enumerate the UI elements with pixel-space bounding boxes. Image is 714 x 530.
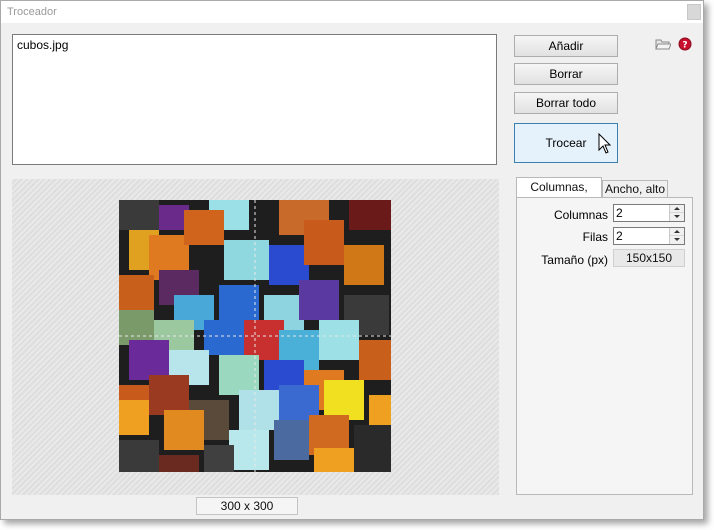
- columns-label: Columnas: [553, 208, 608, 222]
- folder-icon[interactable]: [655, 37, 671, 51]
- columns-stepper-arrows[interactable]: [669, 205, 684, 221]
- file-list-item[interactable]: cubos.jpg: [17, 38, 68, 52]
- window-title: Troceador: [7, 6, 57, 18]
- columns-down-arrow[interactable]: [670, 213, 684, 221]
- rows-up-arrow[interactable]: [670, 228, 684, 236]
- tile-size-label: Tamaño (px): [541, 253, 608, 267]
- rows-input[interactable]: [616, 228, 668, 244]
- help-icon[interactable]: ?: [678, 37, 692, 51]
- mouse-cursor-icon: [598, 133, 612, 154]
- rows-label: Filas: [582, 230, 608, 244]
- image-size-label: 300 x 300: [196, 497, 298, 515]
- close-button[interactable]: [687, 4, 701, 20]
- add-button[interactable]: Añadir: [514, 35, 618, 57]
- delete-button[interactable]: Borrar: [514, 63, 618, 85]
- delete-all-button[interactable]: Borrar todo: [514, 92, 618, 114]
- columns-stepper[interactable]: [613, 204, 685, 222]
- title-bar[interactable]: Troceador: [1, 1, 703, 23]
- columns-up-arrow[interactable]: [670, 205, 684, 213]
- file-list[interactable]: cubos.jpg: [12, 34, 497, 165]
- tab-width-height[interactable]: Ancho, alto: [602, 180, 668, 198]
- svg-text:?: ?: [682, 41, 687, 51]
- rows-stepper-arrows[interactable]: [669, 228, 684, 244]
- rows-stepper[interactable]: [613, 227, 685, 245]
- tile-size-value: 150x150: [613, 249, 685, 267]
- rows-down-arrow[interactable]: [670, 236, 684, 244]
- tab-columns-rows[interactable]: Columnas, Filas: [516, 177, 602, 212]
- preview-image: [119, 200, 391, 472]
- columns-input[interactable]: [616, 205, 668, 221]
